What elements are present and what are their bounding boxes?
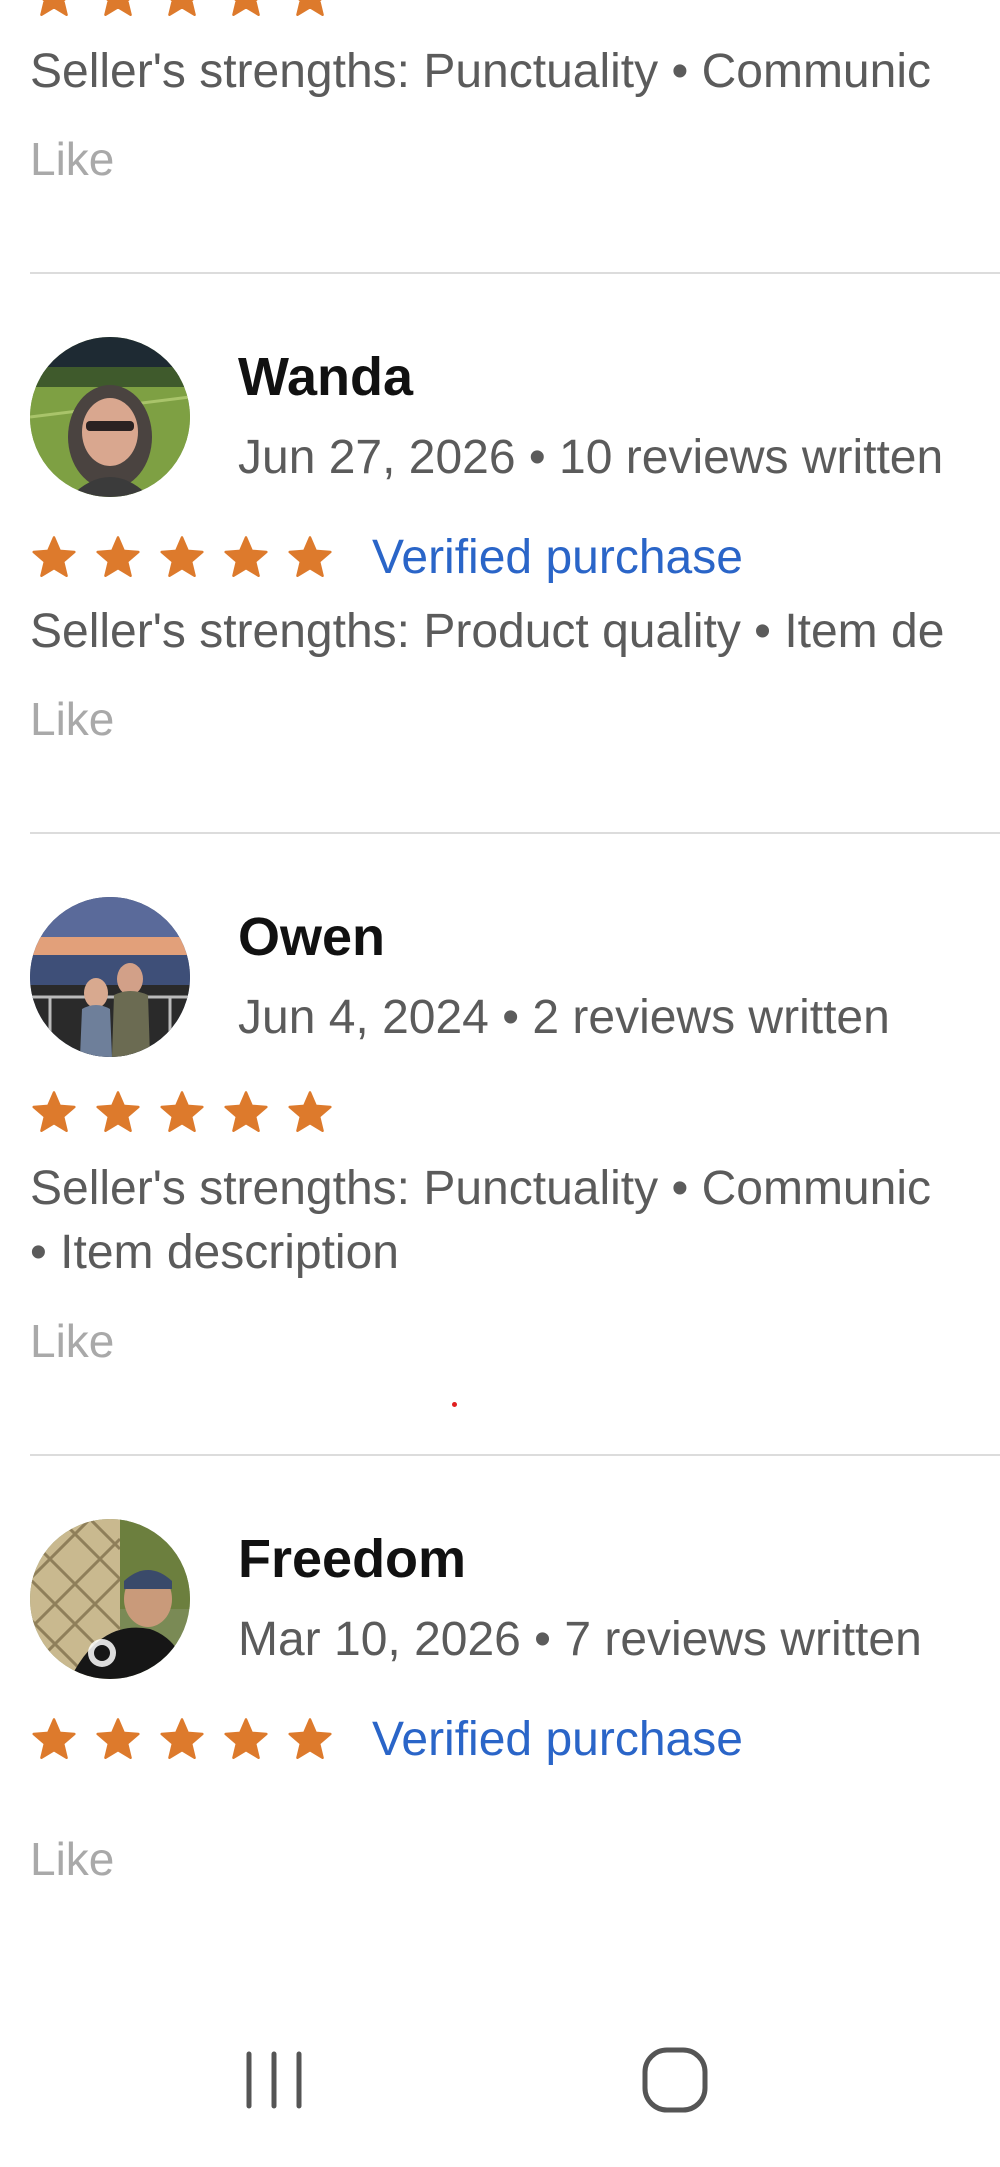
seller-strengths-continued: • Item description (30, 1226, 399, 1279)
star-icon (30, 1090, 78, 1136)
star-icon (286, 0, 334, 20)
reviewer-name[interactable]: Freedom (238, 1528, 466, 1590)
home-button[interactable] (625, 2040, 725, 2120)
star-icon (30, 535, 78, 581)
review-meta: Jun 4, 2024 • 2 reviews written (238, 991, 890, 1044)
star-icon (286, 535, 334, 581)
rating-stars: Verified purchase (30, 530, 743, 585)
star-icon (222, 0, 270, 20)
rating-stars (30, 0, 334, 20)
avatar-photo (30, 1519, 190, 1679)
avatar[interactable] (30, 1519, 190, 1679)
star-icon (158, 535, 206, 581)
star-icon (222, 1090, 270, 1136)
like-button[interactable]: Like (30, 132, 114, 186)
star-icon (222, 1717, 270, 1763)
avatar-photo (30, 337, 190, 497)
star-icon (94, 535, 142, 581)
star-icon (30, 0, 78, 20)
star-icon (222, 535, 270, 581)
star-icon (30, 1717, 78, 1763)
reviewer-name[interactable]: Wanda (238, 346, 413, 408)
star-icon (94, 0, 142, 20)
seller-strengths: Seller's strengths: Punctuality • Commun… (30, 45, 931, 98)
star-icon (94, 1717, 142, 1763)
star-icon (158, 1090, 206, 1136)
seller-strengths: Seller's strengths: Product quality • It… (30, 605, 945, 658)
seller-strengths: Seller's strengths: Punctuality • Commun… (30, 1162, 931, 1215)
avatar-photo (30, 897, 190, 1057)
review-meta: Mar 10, 2026 • 7 reviews written (238, 1613, 922, 1666)
home-icon (642, 2047, 708, 2113)
star-icon (94, 1090, 142, 1136)
rating-stars (30, 1090, 334, 1136)
reviewer-name[interactable]: Owen (238, 906, 385, 968)
star-icon (286, 1717, 334, 1763)
reviews-list: Seller's strengths: Punctuality • Commun… (0, 0, 1000, 2000)
verified-purchase-link[interactable]: Verified purchase (372, 530, 743, 585)
reviews-page: Seller's strengths: Punctuality • Commun… (0, 0, 1000, 2167)
divider (30, 832, 1000, 834)
verified-purchase-link[interactable]: Verified purchase (372, 1712, 743, 1767)
avatar[interactable] (30, 337, 190, 497)
recent-apps-button[interactable] (224, 2040, 324, 2120)
system-navigation-bar (0, 2000, 1000, 2167)
star-icon (158, 0, 206, 20)
like-button[interactable]: Like (30, 1832, 114, 1886)
like-button[interactable]: Like (30, 692, 114, 746)
review-meta: Jun 27, 2026 • 10 reviews written (238, 431, 944, 484)
touch-indicator (452, 1402, 457, 1407)
recent-apps-icon (246, 2051, 302, 2109)
star-icon (286, 1090, 334, 1136)
divider (30, 1454, 1000, 1456)
divider (30, 272, 1000, 274)
rating-stars: Verified purchase (30, 1712, 743, 1767)
star-icon (158, 1717, 206, 1763)
like-button[interactable]: Like (30, 1314, 114, 1368)
avatar[interactable] (30, 897, 190, 1057)
